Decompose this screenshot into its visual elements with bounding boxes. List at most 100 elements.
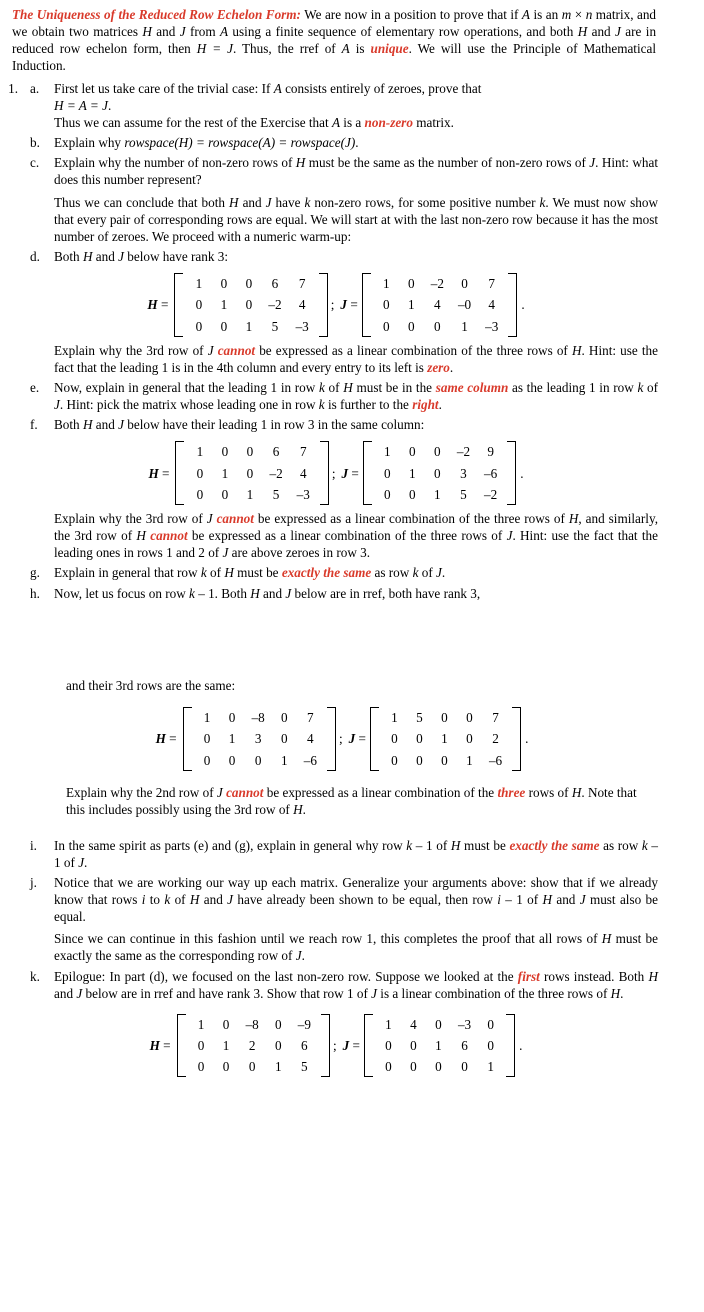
keyword-zero: zero [427, 359, 450, 375]
matrix-cell: 0 [197, 1059, 205, 1075]
page-break-gap [0, 602, 704, 664]
matrix-cell: 0 [228, 752, 236, 768]
k-var-H: H [648, 968, 658, 984]
j-seg7: and [552, 891, 580, 907]
h-after-seg5: . [302, 802, 306, 818]
matrix-cell: 0 [196, 486, 204, 502]
h-seg4: below are in rref, both have rank 3, [291, 585, 481, 601]
matrix-cell: 0 [461, 276, 468, 292]
matrix-k-separator: ; J = [332, 1038, 360, 1054]
i-var-H: H [450, 837, 461, 853]
part-c-seg2: must be the same as the number of non-ze… [305, 155, 590, 171]
matrix-cell: –8 [251, 710, 265, 726]
matrix-row: 0 0 0 1 –6 [382, 750, 509, 771]
keyword-cannot-2: cannot [150, 528, 188, 544]
matrix-cell: 5 [416, 710, 423, 726]
part-a-p2-seg2: is a [340, 114, 365, 130]
c-follow-seg1: Thus we can conclude that both [54, 194, 230, 210]
k-seg1: Epilogue: In part (d), we focused on the… [54, 968, 518, 984]
bracket-right [508, 273, 518, 337]
matrix-cell: 5 [272, 486, 280, 502]
e-seg6: . Hint: pick the matrix whose leading on… [59, 397, 319, 413]
rowspace-equation: rowspace(H) = rowspace(A) = rowspace(J) [124, 135, 356, 151]
matrix-pair-f: H = 1 0 0 6 7 0 1 0 –2 4 0 0 1 5 –3 ; J = 1 0 0 –2 9 0 1 0 3 –6 0… [54, 441, 658, 505]
k-var-H-2: H [610, 985, 621, 1001]
j-seg4: and [199, 891, 228, 907]
matrix-cell: 4 [410, 1016, 417, 1032]
matrix-cell: 5 [301, 1059, 308, 1075]
matrix-h-H: 1 0 –8 0 7 0 1 3 0 4 0 0 0 1 –6 [182, 707, 336, 771]
matrix-cell: 1 [441, 731, 448, 747]
part-e-p1: Now, explain in general that the leading… [54, 379, 658, 413]
matrix-cell: 7 [298, 276, 306, 292]
f-seg2: and [92, 417, 119, 433]
matrix-cell: 0 [409, 444, 416, 460]
bracket-right [318, 273, 328, 337]
matrix-h-H-label: H = [155, 731, 177, 747]
bracket-left [369, 707, 379, 771]
matrix-row: 0 0 1 5 –3 [187, 484, 316, 505]
matrix-cell: –8 [245, 1016, 259, 1032]
equation-h-a-j: H = A = J [54, 97, 108, 113]
matrix-cell: 0 [416, 731, 423, 747]
h-after-seg1: Explain why the 2nd row of [66, 785, 217, 801]
keyword-exactly-the-same: exactly the same [281, 565, 372, 581]
matrix-row: 0 0 1 5 –3 [186, 316, 315, 337]
matrix-cell: 7 [492, 710, 499, 726]
bracket-right [507, 441, 517, 505]
matrix-cell: 0 [382, 297, 390, 313]
j-var-H: H [189, 891, 200, 907]
matrix-row: 1 4 0 –3 0 [376, 1014, 503, 1035]
matrix-cell: 0 [254, 752, 262, 768]
matrix-row: 0 0 0 0 1 [376, 1056, 503, 1077]
f-after-var-J: J [206, 511, 213, 526]
i-seg6: . [84, 854, 88, 870]
matrix-cell: 0 [195, 297, 203, 313]
intro-seg2: is an [529, 7, 562, 22]
matrix-cell: 0 [416, 752, 423, 768]
keyword-cannot: cannot [217, 342, 256, 358]
part-h-marker: h. [30, 585, 40, 601]
h-seg3: and [259, 585, 286, 601]
matrix-cell: 0 [391, 731, 398, 747]
part-h-continuation: and their 3rd rows are the same: H = 1 0–… [66, 677, 704, 818]
h-seg1: Now, let us focus on row [54, 585, 190, 601]
matrix-cell: 0 [391, 752, 398, 768]
matrix-cell: 1 [461, 318, 468, 334]
matrix-row: 0 0 0 1 –3 [374, 316, 506, 337]
j-var-H-2: H [542, 891, 553, 907]
matrix-k-J: 1 4 0 –3 0 0 0 1 6 0 0 0 0 0 1 [363, 1013, 516, 1078]
part-j: j. Notice that we are working our way up… [30, 874, 704, 965]
matrix-cell: 0 [248, 1059, 256, 1075]
matrix-cell: 1 [221, 465, 229, 481]
matrix-cell: 1 [382, 276, 390, 292]
part-e: e. Now, explain in general that the lead… [30, 379, 704, 413]
matrix-cell: 5 [271, 318, 279, 334]
exercise-number: 1. [8, 80, 18, 96]
part-f: f. Both H and J below have their leading… [30, 416, 704, 561]
matrix-cell: 0 [385, 1038, 392, 1054]
part-j-marker: j. [30, 874, 37, 890]
matrix-cell: 4 [434, 297, 441, 313]
part-i-p1: In the same spirit as parts (e) and (g),… [54, 837, 658, 871]
matrix-cell: 0 [222, 1016, 230, 1032]
keyword-right: right [412, 397, 439, 413]
matrix-cell: –0 [457, 297, 472, 313]
matrix-cell: 0 [384, 465, 391, 481]
part-b: b. Explain why rowspace(H) = rowspace(A)… [30, 134, 704, 151]
part-g-p1: Explain in general that row k of H must … [54, 564, 658, 581]
part-b-marker: b. [30, 135, 40, 151]
matrix-d-H-table: 1 0 0 6 7 0 1 0 –2 4 0 0 1 5 –3 [186, 273, 315, 337]
h-after-var-H: H [571, 785, 582, 801]
k-seg2: rows instead. Both [539, 968, 649, 984]
matrix-cell: 0 [435, 1059, 442, 1075]
matrix-cell: 0 [274, 1016, 282, 1032]
matrix-h-J-table: 1 5 0 0 7 0 0 1 0 2 0 0 0 1 –6 [382, 707, 509, 771]
keyword-unique: unique [370, 41, 409, 57]
matrix-cell: 5 [460, 486, 467, 502]
matrix-cell: 0 [280, 710, 288, 726]
f-after-var-H: H [568, 511, 579, 526]
matrix-k-H: 1 0 –8 0 –9 0 1 2 0 6 0 0 0 1 5 [176, 1013, 330, 1078]
d-after-var-J: J [207, 342, 214, 358]
part-d-body: Both H and J below have rank 3: H = 1 0 0 6… [54, 248, 704, 376]
